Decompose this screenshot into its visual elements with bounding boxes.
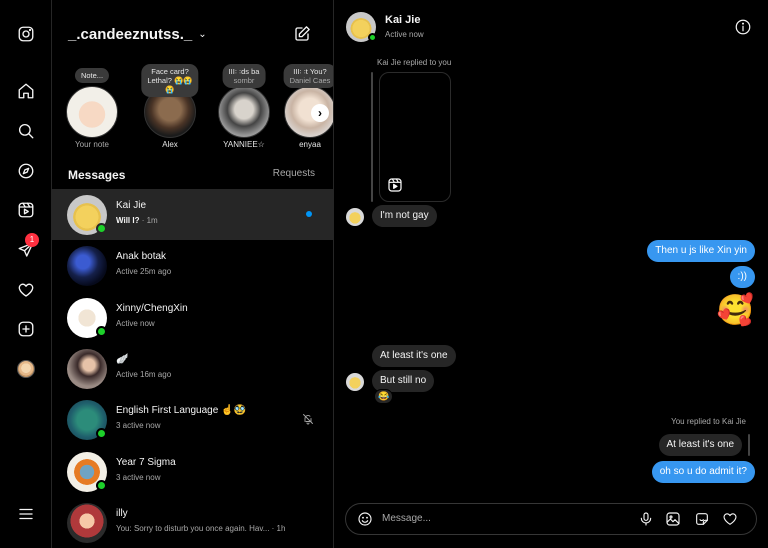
- compose-icon[interactable]: [293, 25, 313, 45]
- online-indicator: [368, 33, 377, 42]
- note-name: enyaa: [299, 140, 321, 149]
- chat-title[interactable]: Kai Jie: [385, 14, 420, 26]
- home-icon[interactable]: [16, 81, 36, 101]
- reply-bar: [371, 72, 373, 202]
- sticker-icon[interactable]: [694, 511, 710, 527]
- search-icon[interactable]: [16, 121, 36, 141]
- conversation-name: 🪽: [116, 354, 129, 365]
- chat-status: Active now: [385, 30, 424, 39]
- online-indicator: [96, 223, 107, 234]
- reply-label: Kai Jie replied to you: [377, 58, 452, 67]
- conversation-preview: You: Sorry to disturb you once again. Ha…: [116, 524, 286, 533]
- conversation-row[interactable]: Anak botak Active 25m ago: [52, 240, 333, 291]
- reply-label: You replied to Kai Jie: [671, 417, 746, 426]
- shared-reel[interactable]: [379, 72, 451, 202]
- avatar: [67, 246, 107, 286]
- avatar: [346, 373, 364, 391]
- messenger-icon[interactable]: 1: [16, 233, 39, 260]
- message-bubble[interactable]: Then u js like Xin yin: [647, 240, 755, 262]
- conversation-preview: Will I? · 1m: [116, 216, 158, 225]
- avatar: [346, 208, 364, 226]
- note-bubble: Face card? Lethal? 😭😭 😭: [141, 64, 199, 97]
- message-bubble[interactable]: :)): [729, 266, 755, 288]
- note-name: Alex: [162, 140, 178, 149]
- muted-bell-icon: [302, 413, 314, 425]
- chevron-down-icon: ⌄: [198, 29, 207, 40]
- emoji-icon[interactable]: [357, 511, 373, 527]
- note-bubble: Note...: [74, 68, 110, 83]
- heart-icon[interactable]: [16, 280, 36, 300]
- conversation-name: Anak botak: [116, 251, 167, 262]
- account-name: _.candeeznutss._: [68, 26, 193, 43]
- explore-icon[interactable]: [16, 161, 36, 181]
- instagram-logo-icon[interactable]: [16, 24, 36, 44]
- message-bubble[interactable]: At least it's one: [372, 345, 456, 367]
- conversation-row[interactable]: Xinny/ChengXin Active now: [52, 292, 333, 343]
- conversation-row[interactable]: Kai Jie Will I? · 1m: [52, 189, 333, 240]
- conversation-status: 3 active now: [116, 421, 161, 430]
- reels-icon: [388, 178, 402, 192]
- info-icon[interactable]: [734, 18, 752, 36]
- image-icon[interactable]: [665, 511, 681, 527]
- reels-icon[interactable]: [16, 200, 36, 220]
- conversation-name: Xinny/ChengXin: [116, 303, 188, 314]
- conversation-name: Year 7 Sigma: [116, 457, 176, 468]
- message-input[interactable]: Message...: [382, 513, 431, 524]
- conversation-row[interactable]: Year 7 Sigma 3 active now: [52, 446, 333, 497]
- conversation-name: Kai Jie: [116, 200, 147, 211]
- avatar: [67, 503, 107, 543]
- conversation-status: Active 25m ago: [116, 267, 172, 276]
- reply-bar: [748, 434, 750, 456]
- chat-panel: Kai Jie Active now Kai Jie replied to yo…: [334, 0, 768, 548]
- message-reaction[interactable]: 😂: [374, 389, 394, 404]
- messages-heading: Messages: [68, 168, 126, 182]
- nav-rail: 1: [0, 0, 52, 548]
- conversation-status: 3 active now: [116, 473, 161, 482]
- avatar: [67, 349, 107, 389]
- conversation-row[interactable]: English First Language ☝️🥸 3 active now: [52, 394, 333, 445]
- microphone-icon[interactable]: [638, 511, 654, 527]
- online-indicator: [96, 428, 107, 439]
- requests-link[interactable]: Requests: [273, 168, 315, 179]
- message-composer[interactable]: Message...: [345, 503, 757, 535]
- note-name: YANNIEE☆: [223, 140, 265, 149]
- note-bubble: III꞉ ꞉t You? Daniel Caes: [283, 64, 333, 88]
- profile-button[interactable]: [16, 359, 36, 379]
- account-switcher[interactable]: _.candeeznutss._ ⌄: [68, 26, 207, 43]
- profile-avatar: [17, 360, 35, 378]
- message-bubble[interactable]: I'm not gay: [372, 205, 437, 227]
- conversation-row[interactable]: illy You: Sorry to disturb you once agai…: [52, 497, 333, 548]
- emoji-message[interactable]: 🥰: [717, 294, 754, 328]
- online-indicator: [96, 326, 107, 337]
- note-bubble: III꞉ ꞉ds ba sombr: [222, 64, 266, 88]
- heart-icon[interactable]: [722, 511, 738, 527]
- conversation-status: Active 16m ago: [116, 370, 172, 379]
- create-icon[interactable]: [16, 319, 36, 339]
- note-name: Your note: [75, 140, 109, 149]
- conversation-row[interactable]: 🪽 Active 16m ago: [52, 343, 333, 394]
- chevron-right-icon[interactable]: ›: [311, 104, 329, 122]
- online-indicator: [96, 480, 107, 491]
- conversation-panel: _.candeeznutss._ ⌄ Note... Your note Fac…: [52, 0, 334, 548]
- menu-icon[interactable]: [16, 504, 36, 524]
- notes-tray: Note... Your note Face card? Lethal? 😭😭 …: [52, 62, 333, 154]
- avatar: [66, 86, 118, 138]
- conversation-status: Active now: [116, 319, 155, 328]
- quoted-message[interactable]: At least it's one: [658, 434, 742, 456]
- conversation-name: illy: [116, 508, 128, 519]
- notification-badge: 1: [25, 233, 39, 247]
- message-bubble[interactable]: oh so u do admit it?: [651, 461, 755, 483]
- conversation-name: English First Language ☝️🥸: [116, 405, 246, 416]
- unread-dot: [306, 211, 312, 217]
- avatar: [218, 86, 270, 138]
